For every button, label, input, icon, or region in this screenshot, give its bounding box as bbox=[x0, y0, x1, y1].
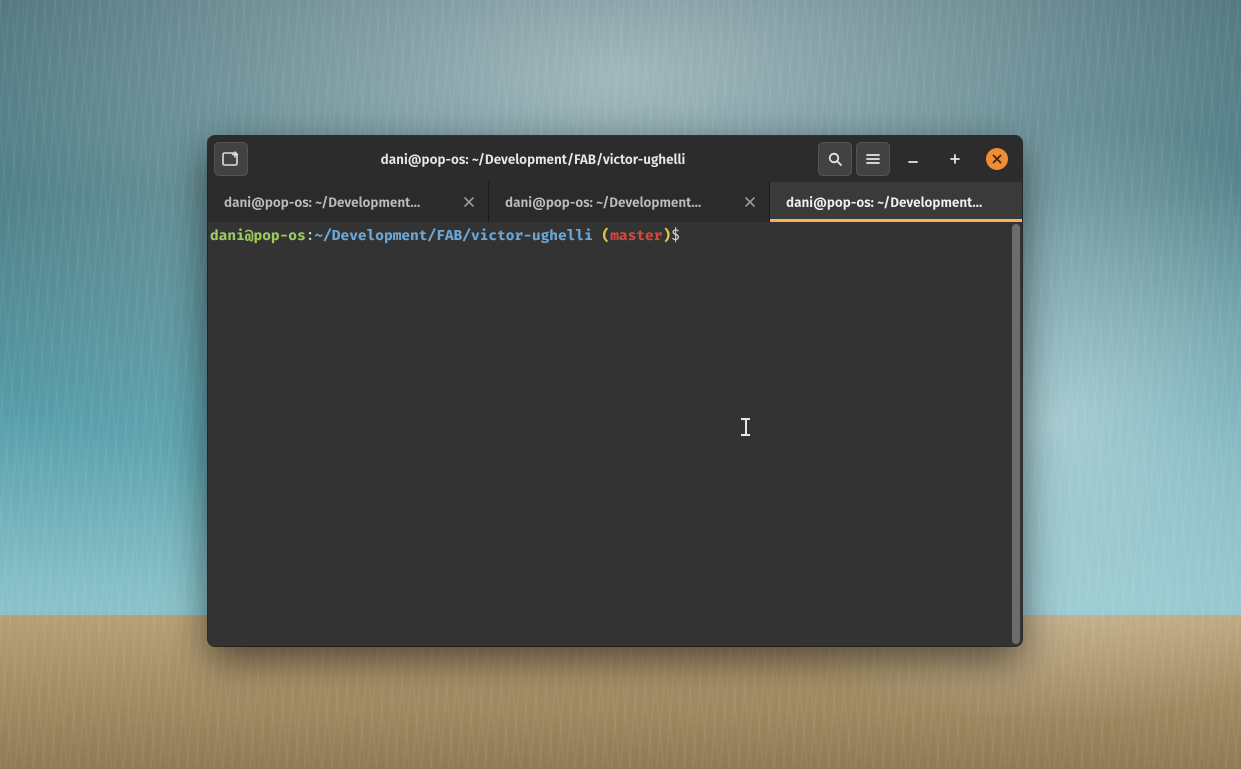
titlebar: dani@pop-os: ~/Development/FAB/victor-ug… bbox=[208, 136, 1022, 182]
prompt-path: ~/Development/FAB/victor-ughelli bbox=[314, 226, 592, 244]
close-icon bbox=[992, 154, 1002, 164]
tab-close-icon bbox=[464, 197, 474, 207]
tab-close-button[interactable] bbox=[741, 193, 759, 211]
terminal-body[interactable]: dani@pop-os:~/Development/FAB/victor-ugh… bbox=[208, 222, 1022, 646]
tab-3[interactable]: dani@pop-os: ~/Development… bbox=[770, 182, 1022, 222]
prompt-git-branch: master bbox=[610, 226, 662, 244]
tab-1[interactable]: dani@pop-os: ~/Development… bbox=[208, 182, 489, 222]
terminal-scrollbar[interactable] bbox=[1012, 224, 1020, 644]
prompt-dollar: $ bbox=[671, 226, 680, 244]
hamburger-icon bbox=[865, 151, 881, 167]
tab-label: dani@pop-os: ~/Development… bbox=[786, 194, 1016, 211]
window-maximize-button[interactable] bbox=[944, 148, 966, 170]
window-close-button[interactable] bbox=[986, 148, 1008, 170]
text-cursor-ibeam bbox=[741, 418, 750, 436]
new-tab-button[interactable] bbox=[214, 142, 248, 176]
window-minimize-button[interactable] bbox=[902, 148, 924, 170]
tab-bar: dani@pop-os: ~/Development… dani@pop-os:… bbox=[208, 182, 1022, 222]
prompt-paren-open: ( bbox=[602, 226, 611, 244]
prompt-paren-close: ) bbox=[662, 226, 671, 244]
maximize-icon bbox=[949, 153, 961, 165]
minimize-icon bbox=[907, 153, 919, 165]
tab-label: dani@pop-os: ~/Development… bbox=[505, 194, 735, 211]
tab-close-button[interactable] bbox=[460, 193, 478, 211]
window-title: dani@pop-os: ~/Development/FAB/victor-ug… bbox=[381, 151, 686, 168]
tab-label: dani@pop-os: ~/Development… bbox=[224, 194, 454, 211]
search-icon bbox=[827, 151, 843, 167]
prompt-userhost: dani@pop-os bbox=[210, 226, 306, 244]
tab-close-icon bbox=[745, 197, 755, 207]
new-tab-icon bbox=[222, 150, 240, 168]
terminal-window: dani@pop-os: ~/Development/FAB/victor-ug… bbox=[208, 136, 1022, 646]
menu-button[interactable] bbox=[856, 142, 890, 176]
prompt-line: dani@pop-os:~/Development/FAB/victor-ugh… bbox=[210, 226, 1012, 245]
search-button[interactable] bbox=[818, 142, 852, 176]
tab-2[interactable]: dani@pop-os: ~/Development… bbox=[489, 182, 770, 222]
